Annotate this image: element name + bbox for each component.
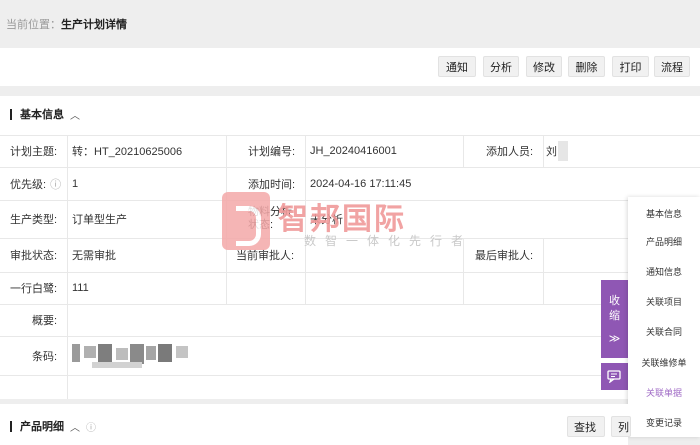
priority-label: 优先级: ⓘ — [10, 167, 61, 200]
nav-item-related-contracts[interactable]: 关联合同 — [628, 317, 700, 345]
breadcrumb-prefix: 当前位置： — [6, 19, 61, 31]
priority-label-text: 优先级: — [10, 178, 47, 191]
nav-item-notifications[interactable]: 通知信息 — [628, 257, 700, 285]
analyze-button[interactable]: 分析 — [483, 56, 519, 77]
barcode-image — [72, 342, 192, 370]
col-divider — [463, 238, 464, 304]
search-button[interactable]: 查找 — [567, 416, 605, 437]
nav-item-related-repairs[interactable]: 关联维修单 — [628, 348, 700, 376]
workflow-button[interactable]: 流程 — [654, 56, 690, 77]
production-type-label: 生产类型: — [10, 214, 58, 226]
nav-item-change-log[interactable]: 变更记录 — [628, 408, 700, 436]
plan-number-value: JH_20240416001 — [310, 145, 397, 157]
material-analysis-label: 物料分析状态: — [248, 206, 292, 231]
collapse-label-1: 收 — [609, 295, 620, 307]
col-divider — [543, 238, 544, 304]
redacted-name — [558, 141, 568, 161]
production-type-value: 订单型生产 — [72, 214, 127, 226]
collapse-toggle-button[interactable]: 收 缩 ≫ — [601, 280, 628, 358]
edit-button[interactable]: 修改 — [526, 56, 562, 77]
creator-label: 添加人员: — [486, 146, 534, 158]
chevron-up-icon[interactable]: ︿ — [70, 419, 80, 434]
anchor-nav-menu: 基本信息 产品明细 通知信息 关联项目 关联合同 关联维修单 关联单据 变更记录 — [628, 197, 700, 437]
nav-item-basic-info[interactable]: 基本信息 — [628, 199, 700, 227]
row-divider — [0, 336, 700, 337]
product-details-section: 产品明细 ︿ ⓘ 查找 列 — [0, 404, 631, 445]
double-chevron-right-icon: ≫ — [608, 333, 621, 345]
columns-button[interactable]: 列 — [611, 416, 631, 437]
approval-status-value: 无需审批 — [72, 250, 116, 262]
summary-label: 概要: — [32, 315, 58, 327]
creator-value: 刘 — [546, 135, 568, 167]
delete-button[interactable]: 删除 — [568, 56, 605, 77]
last-approver-label: 最后审批人: — [475, 250, 534, 262]
plan-subject-value: 转：HT_20210625006 — [72, 146, 183, 158]
plan-number-label: 计划编号: — [248, 146, 296, 158]
chat-icon — [607, 370, 621, 383]
info-icon[interactable]: ⓘ — [50, 176, 61, 192]
row-divider — [0, 304, 700, 305]
col-divider — [463, 135, 464, 167]
col-divider — [67, 135, 68, 399]
barcode-label: 条码: — [32, 350, 58, 363]
material-analysis-value: 未分析 — [310, 214, 343, 226]
product-details-title: 产品明细 — [20, 421, 64, 433]
section-marker — [10, 108, 12, 120]
add-time-value: 2024-04-16 17:11:45 — [310, 177, 412, 190]
basic-info-header: 基本信息 ︿ — [0, 96, 700, 132]
breadcrumb: 当前位置： 生产计划详情 — [0, 0, 700, 48]
add-time-label: 添加时间: — [248, 178, 296, 191]
creator-name: 刘 — [546, 146, 557, 158]
chat-button[interactable] — [601, 363, 628, 390]
print-button[interactable]: 打印 — [612, 56, 649, 77]
custom-field-value: 111 — [72, 282, 89, 294]
info-icon[interactable]: ⓘ — [86, 419, 96, 434]
collapse-label-2: 缩 — [609, 310, 620, 322]
approval-status-label: 审批状态: — [10, 250, 58, 262]
nav-item-product-details[interactable]: 产品明细 — [628, 227, 700, 255]
chevron-up-icon[interactable]: ︿ — [70, 107, 80, 122]
col-divider — [226, 135, 227, 304]
notify-button[interactable]: 通知 — [438, 56, 476, 77]
plan-subject-label: 计划主题: — [10, 146, 58, 158]
custom-field-label: 一行白鹭: — [10, 283, 58, 295]
col-divider — [543, 135, 544, 167]
current-approver-label: 当前审批人: — [236, 250, 295, 262]
product-details-header: 产品明细 ︿ ⓘ — [10, 418, 96, 434]
basic-info-title: 基本信息 — [20, 109, 64, 121]
col-divider — [305, 135, 306, 304]
action-toolbar: 通知 分析 修改 删除 打印 流程 — [0, 48, 700, 86]
basic-info-panel: 基本信息 ︿ 计划主题: 转：HT_20210625006 计划编号: JH_2… — [0, 96, 700, 399]
section-marker — [10, 420, 12, 432]
priority-value: 1 — [72, 177, 79, 190]
nav-item-related-documents[interactable]: 关联单据 — [628, 378, 700, 406]
row-divider — [0, 375, 700, 376]
row-divider — [0, 272, 700, 273]
page-title: 生产计划详情 — [61, 19, 127, 31]
nav-item-related-projects[interactable]: 关联项目 — [628, 287, 700, 315]
